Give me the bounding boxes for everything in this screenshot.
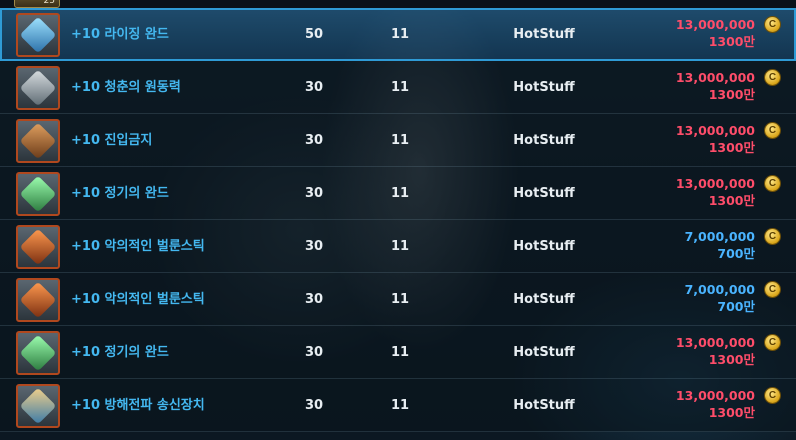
item-level: 30	[304, 239, 324, 254]
price-full: 13,000,000	[675, 70, 755, 85]
item-level: 30	[304, 345, 324, 360]
coin-icon: C	[765, 229, 780, 244]
jammer-device-icon[interactable]	[16, 384, 60, 428]
spirit-wand-icon[interactable]	[16, 172, 60, 216]
price-short: 700만	[717, 246, 755, 261]
coin-icon: C	[765, 176, 780, 191]
price-full: 13,000,000	[675, 17, 755, 32]
seller-name: HotStuff	[513, 239, 575, 254]
coin-icon: C	[765, 282, 780, 297]
list-item[interactable]: +10 악의적인 벌룬스틱 30 11 HotStuff 7,000,000 7…	[0, 220, 796, 273]
item-name: +10 악의적인 벌룬스틱	[71, 292, 205, 307]
item-name: +10 청춘의 원동력	[71, 80, 181, 95]
item-level: 30	[304, 133, 324, 148]
seller-name: HotStuff	[513, 345, 575, 360]
list-item[interactable]: +10 방해전파 송신장치 30 11 HotStuff 13,000,000 …	[0, 379, 796, 432]
item-count: 25	[43, 0, 55, 6]
price-full: 13,000,000	[675, 123, 755, 138]
item-quantity: 11	[390, 345, 410, 360]
list-item[interactable]: +10 정기의 완드 30 11 HotStuff 13,000,000 130…	[0, 326, 796, 379]
item-quantity: 11	[390, 80, 410, 95]
partial-item-icon[interactable]: 25	[14, 0, 60, 8]
item-name: +10 진입금지	[71, 133, 153, 148]
seller-name: HotStuff	[513, 398, 575, 413]
item-name: +10 정기의 완드	[71, 186, 169, 201]
item-price: 13,000,000 1300만	[676, 69, 755, 103]
balloon-stick-icon[interactable]	[16, 225, 60, 269]
auction-item-list: +10 라이징 완드 50 11 HotStuff 13,000,000 130…	[0, 8, 796, 432]
item-quantity: 11	[390, 239, 410, 254]
spirit-wand-icon[interactable]	[16, 331, 60, 375]
coin-icon: C	[765, 123, 780, 138]
item-name: +10 정기의 완드	[71, 345, 169, 360]
coin-icon: C	[765, 17, 780, 32]
list-item[interactable]: +10 정기의 완드 30 11 HotStuff 13,000,000 130…	[0, 167, 796, 220]
seller-name: HotStuff	[513, 186, 575, 201]
coin-icon: C	[765, 70, 780, 85]
youth-engine-icon[interactable]	[16, 66, 60, 110]
seller-name: HotStuff	[513, 80, 575, 95]
coin-icon: C	[765, 388, 780, 403]
previous-row-edge: 25	[0, 0, 796, 8]
item-price: 13,000,000 1300만	[676, 334, 755, 368]
list-item[interactable]: +10 악의적인 벌룬스틱 30 11 HotStuff 7,000,000 7…	[0, 273, 796, 326]
price-short: 1300만	[708, 405, 755, 420]
item-quantity: 11	[390, 292, 410, 307]
list-item[interactable]: +10 라이징 완드 50 11 HotStuff 13,000,000 130…	[0, 8, 796, 61]
item-price: 13,000,000 1300만	[676, 16, 755, 50]
price-short: 1300만	[708, 352, 755, 367]
price-short: 1300만	[708, 193, 755, 208]
list-item[interactable]: +10 청춘의 원동력 30 11 HotStuff 13,000,000 13…	[0, 61, 796, 114]
balloon-stick-icon[interactable]	[16, 278, 60, 322]
item-level: 30	[304, 292, 324, 307]
rising-wand-icon[interactable]	[16, 13, 60, 57]
price-full: 7,000,000	[684, 282, 755, 297]
item-level: 30	[304, 80, 324, 95]
price-short: 1300만	[708, 34, 755, 49]
item-price: 13,000,000 1300만	[676, 387, 755, 421]
item-level: 30	[304, 186, 324, 201]
item-price: 13,000,000 1300만	[676, 175, 755, 209]
item-price: 7,000,000 700만	[685, 228, 755, 262]
price-full: 13,000,000	[675, 388, 755, 403]
item-quantity: 11	[390, 186, 410, 201]
item-name: +10 악의적인 벌룬스틱	[71, 239, 205, 254]
item-price: 13,000,000 1300만	[676, 122, 755, 156]
item-quantity: 11	[390, 27, 410, 42]
price-short: 1300만	[708, 140, 755, 155]
seller-name: HotStuff	[513, 133, 575, 148]
item-level: 50	[304, 27, 324, 42]
item-name: +10 방해전파 송신장치	[71, 398, 205, 413]
price-short: 1300만	[708, 87, 755, 102]
item-level: 30	[304, 398, 324, 413]
price-short: 700만	[717, 299, 755, 314]
seller-name: HotStuff	[513, 27, 575, 42]
coin-icon: C	[765, 335, 780, 350]
no-entry-icon[interactable]	[16, 119, 60, 163]
item-price: 7,000,000 700만	[685, 281, 755, 315]
price-full: 7,000,000	[684, 229, 755, 244]
price-full: 13,000,000	[675, 176, 755, 191]
item-quantity: 11	[390, 398, 410, 413]
list-item[interactable]: +10 진입금지 30 11 HotStuff 13,000,000 1300만…	[0, 114, 796, 167]
price-full: 13,000,000	[675, 335, 755, 350]
seller-name: HotStuff	[513, 292, 575, 307]
item-name: +10 라이징 완드	[71, 27, 169, 42]
item-quantity: 11	[390, 133, 410, 148]
